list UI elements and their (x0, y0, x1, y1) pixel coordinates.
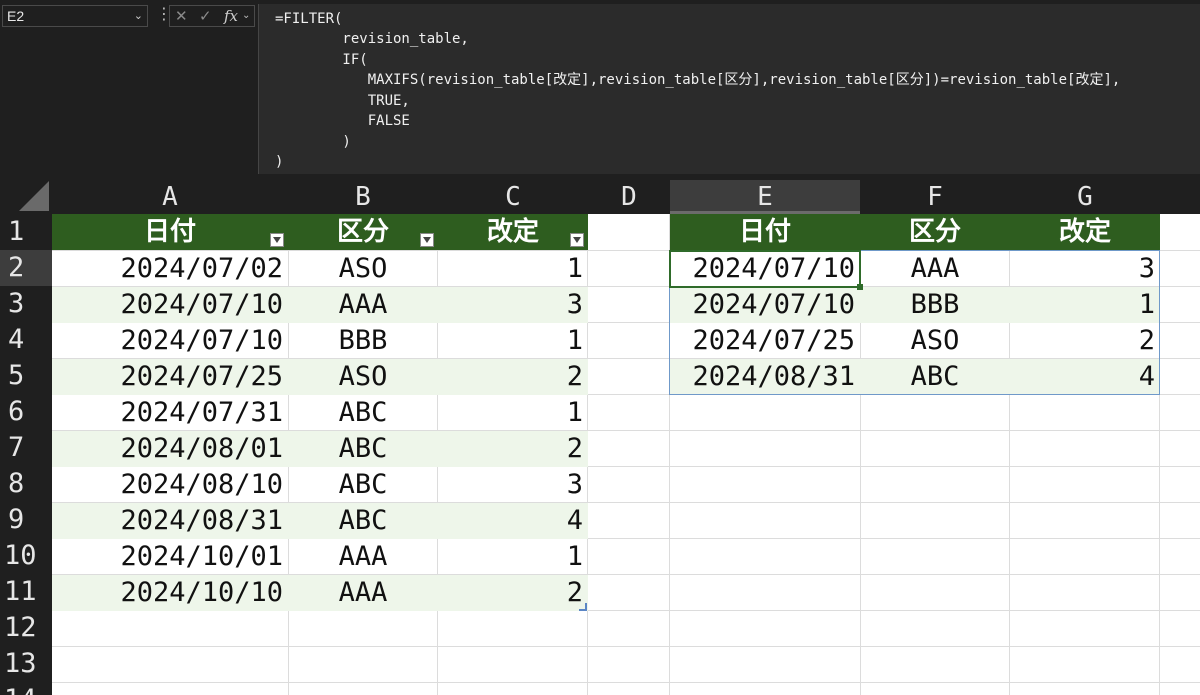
table-header-cell[interactable]: 改定 (438, 214, 588, 250)
table-cell[interactable]: 1 (438, 395, 588, 431)
column-header-g[interactable]: G (1010, 180, 1160, 214)
result-cell[interactable]: 3 (1010, 251, 1160, 287)
formula-line: FALSE (275, 113, 410, 129)
table-cell[interactable]: AAA (288, 575, 438, 611)
result-cell[interactable]: 2024/08/31 (670, 359, 860, 395)
table-cell[interactable]: 2 (438, 431, 588, 467)
table-cell[interactable]: 2024/07/25 (52, 359, 288, 395)
table-cell[interactable]: ABC (288, 503, 438, 539)
table-cell[interactable]: ABC (288, 467, 438, 503)
result-header-cell: 区分 (860, 214, 1010, 250)
column-header-d[interactable]: D (588, 180, 670, 214)
table-cell[interactable]: ABC (288, 395, 438, 431)
filter-dropdown-icon[interactable] (570, 233, 584, 247)
column-header-a[interactable]: A (52, 180, 288, 214)
result-cell[interactable]: 2024/07/10 (670, 287, 860, 323)
table-header-cell[interactable]: 日付 (52, 214, 288, 250)
row-header[interactable]: 1 (0, 214, 52, 250)
table-cell[interactable]: 2024/10/10 (52, 575, 288, 611)
fill-handle[interactable] (857, 284, 863, 290)
table-cell[interactable]: 2 (438, 359, 588, 395)
result-cell[interactable]: 2024/07/10 (670, 251, 860, 287)
column-header-c[interactable]: C (438, 180, 588, 214)
result-cell[interactable]: BBB (860, 287, 1010, 323)
result-cell[interactable]: ABC (860, 359, 1010, 395)
table-cell[interactable]: AAA (288, 287, 438, 323)
row-header[interactable]: 9 (0, 502, 52, 538)
formula-line: ) (275, 154, 284, 170)
column-header-h[interactable] (1160, 180, 1200, 214)
column-header-b[interactable]: B (288, 180, 438, 214)
result-cell[interactable]: 2024/07/25 (670, 323, 860, 359)
row-header[interactable]: 10 (0, 538, 52, 574)
name-box-value: E2 (7, 8, 25, 24)
chevron-down-icon[interactable]: ⌄ (242, 6, 250, 26)
row-header[interactable]: 14 (0, 682, 52, 695)
table-cell[interactable]: ASO (288, 251, 438, 287)
chevron-down-icon[interactable]: ⌄ (134, 6, 143, 26)
sort-filter-icon[interactable] (270, 233, 284, 247)
table-cell[interactable]: 1 (438, 323, 588, 359)
table-cell[interactable]: 2024/07/10 (52, 287, 288, 323)
result-cell[interactable]: 1 (1010, 287, 1160, 323)
table-cell[interactable]: 2024/07/10 (52, 323, 288, 359)
row-header[interactable]: 8 (0, 466, 52, 502)
row-header[interactable]: 4 (0, 322, 52, 358)
column-header-e[interactable]: E (670, 180, 860, 214)
result-cell[interactable]: AAA (860, 251, 1010, 287)
header-label: 改定 (486, 217, 539, 247)
result-cell[interactable]: 2 (1010, 323, 1160, 359)
table-cell[interactable]: 3 (438, 467, 588, 503)
table-header-cell[interactable]: 区分 (288, 214, 438, 250)
table-resize-handle[interactable] (579, 603, 587, 611)
result-header-cell: 日付 (670, 214, 860, 250)
table-cell[interactable]: ASO (288, 359, 438, 395)
filter-dropdown-icon[interactable] (420, 233, 434, 247)
header-label: 日付 (143, 217, 196, 247)
formula-bar: E2 ⌄ ⋮ ✕ ✓ fx ⌄ =FILTER( revision_table,… (0, 0, 1200, 180)
check-icon[interactable]: ✓ (199, 6, 212, 26)
table-cell[interactable]: AAA (288, 539, 438, 575)
row-header[interactable]: 11 (0, 574, 52, 610)
row-header[interactable]: 7 (0, 430, 52, 466)
table-cell[interactable]: 2024/07/02 (52, 251, 288, 287)
table-cell[interactable]: 4 (438, 503, 588, 539)
row-header[interactable]: 3 (0, 286, 52, 322)
table-cell[interactable]: 1 (438, 251, 588, 287)
result-header-cell: 改定 (1010, 214, 1160, 250)
row-header[interactable]: 2 (0, 250, 52, 286)
insert-function-icon[interactable]: fx (224, 6, 238, 26)
formula-line: IF( (275, 52, 368, 68)
result-cell[interactable]: 4 (1010, 359, 1160, 395)
table-cell[interactable]: 2024/08/01 (52, 431, 288, 467)
table-cell[interactable]: 2 (438, 575, 588, 611)
select-all-button[interactable] (0, 180, 52, 214)
row-header[interactable]: 6 (0, 394, 52, 430)
table-cell[interactable]: ABC (288, 431, 438, 467)
table-cell[interactable]: 1 (438, 539, 588, 575)
table-cell[interactable]: 3 (438, 287, 588, 323)
formula-line: TRUE, (275, 93, 410, 109)
table-cell[interactable]: 2024/07/31 (52, 395, 288, 431)
name-box[interactable]: E2 ⌄ (2, 5, 148, 27)
row-header[interactable]: 5 (0, 358, 52, 394)
column-header-f[interactable]: F (860, 180, 1010, 214)
formula-line: MAXIFS(revision_table[改定],revision_table… (275, 72, 1121, 88)
header-label: 区分 (336, 217, 389, 247)
row-header[interactable]: 12 (0, 610, 52, 646)
formula-input[interactable]: =FILTER( revision_table, IF( MAXIFS(revi… (258, 4, 1200, 174)
row-header[interactable]: 13 (0, 646, 52, 682)
result-cell[interactable]: ASO (860, 323, 1010, 359)
table-cell[interactable]: BBB (288, 323, 438, 359)
formula-controls: ✕ ✓ fx ⌄ (169, 5, 255, 27)
formula-line: ) (275, 134, 351, 150)
table-cell[interactable]: 2024/08/31 (52, 503, 288, 539)
cancel-icon[interactable]: ✕ (175, 6, 188, 26)
table-cell[interactable]: 2024/08/10 (52, 467, 288, 503)
formula-line: revision_table, (275, 31, 469, 47)
table-cell[interactable]: 2024/10/01 (52, 539, 288, 575)
formula-line: =FILTER( (275, 11, 343, 27)
